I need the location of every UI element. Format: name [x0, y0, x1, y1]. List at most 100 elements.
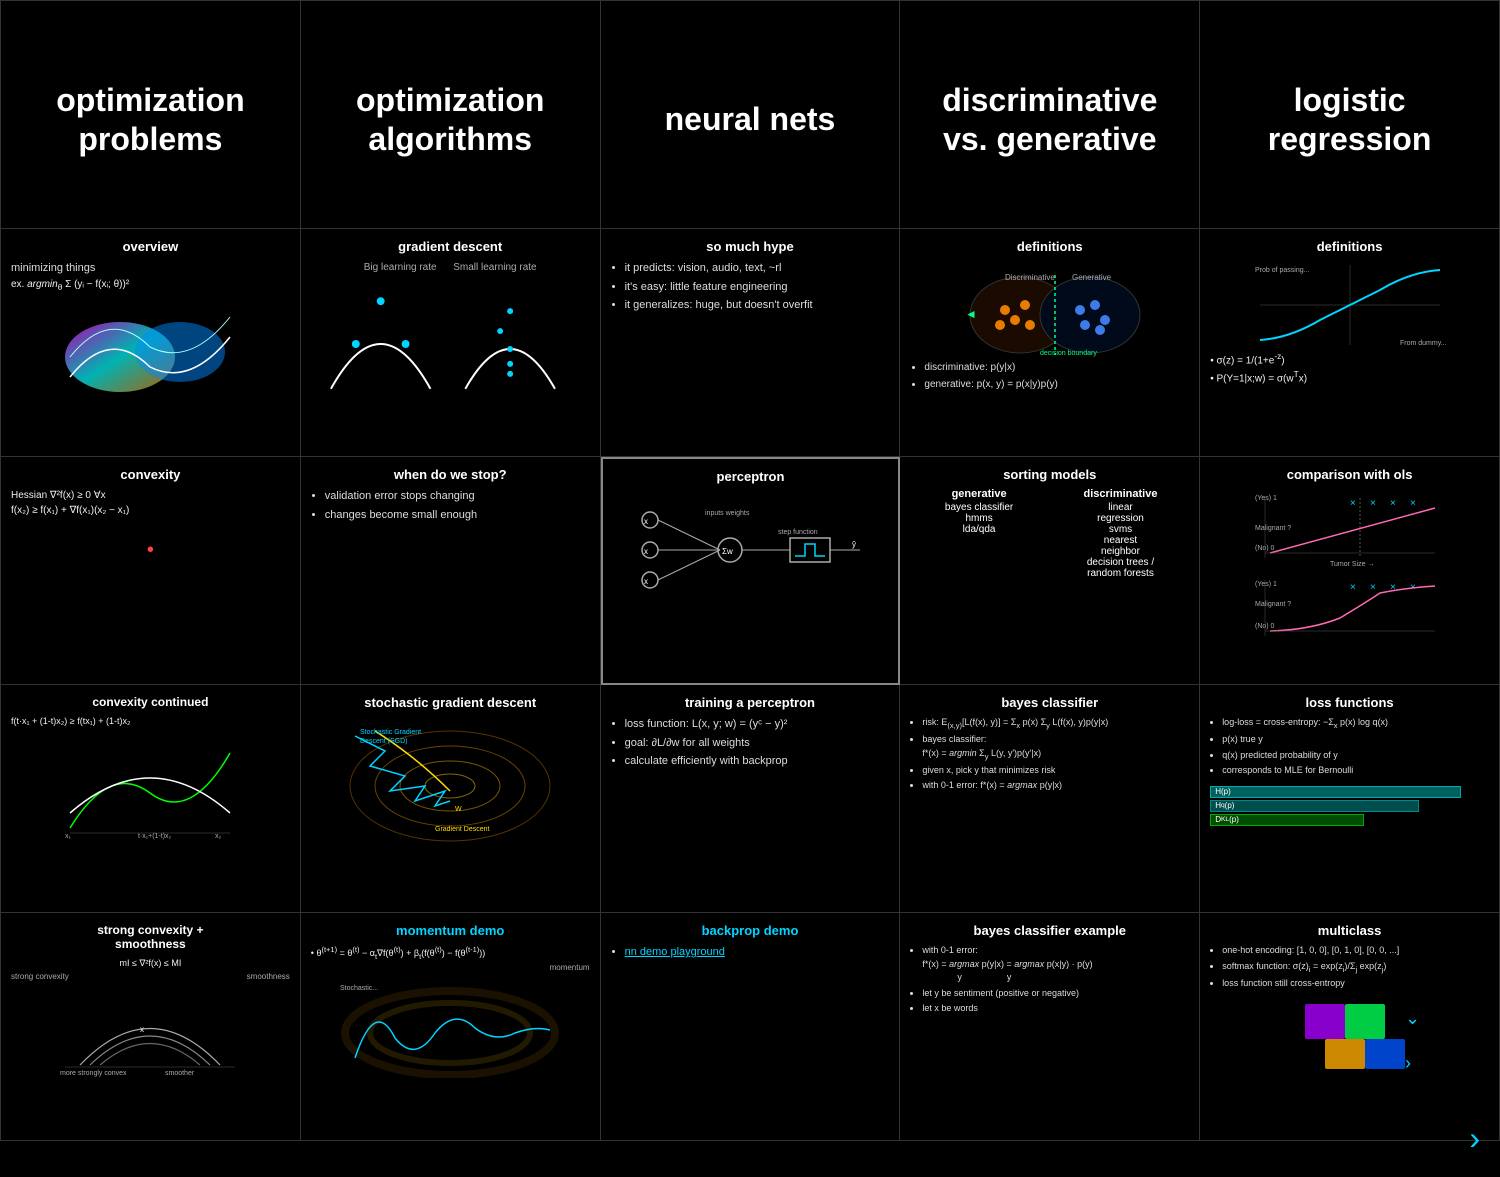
definitions-2-image: Prob of passing... From dummy...: [1210, 260, 1489, 350]
cell-backprop-demo: backprop demo nn demo playground: [601, 913, 901, 1141]
strong-convexity-image: more strongly convex smoother x: [11, 987, 290, 1077]
momentum-demo-body: • θ(t+1) = θ(t) − αt∇f(θ(t)) + βt(f(θ(t)…: [311, 944, 590, 974]
svg-text:Descent (SGD): Descent (SGD): [360, 738, 407, 745]
cell-multiclass: multiclass one-hot encoding: [1, 0, 0], …: [1200, 913, 1500, 1141]
svg-text:Σw: Σw: [722, 547, 733, 556]
svg-text:W: W: [455, 806, 462, 813]
multiclass-body: one-hot encoding: [1, 0, 0], [0, 1, 0], …: [1210, 944, 1489, 990]
nav-next-arrow[interactable]: ›: [1469, 1120, 1480, 1157]
svg-text:step function: step function: [778, 529, 818, 536]
svg-text:more strongly convex: more strongly convex: [60, 1070, 127, 1077]
sorting-models-subtitle: sorting models: [910, 467, 1189, 482]
multiclass-subtitle: multiclass: [1210, 923, 1489, 938]
header-opt-problems-title: optimization problems: [11, 61, 290, 168]
svg-text:›: ›: [1405, 1053, 1411, 1073]
header-opt-problems: optimization problems: [1, 1, 301, 229]
svg-text:(Yes) 1: (Yes) 1: [1255, 581, 1277, 588]
cell-strong-convexity: strong convexity +smoothness mI ≤ ∇²f(x)…: [1, 913, 301, 1141]
header-logistic-reg-title: logistic regression: [1210, 61, 1489, 168]
comparison-ols-image: (Yes) 1 Malignant ? (No) 0 Tumor Size → …: [1210, 488, 1489, 638]
svg-text:×: ×: [1410, 498, 1416, 509]
cell-training-perceptron: training a perceptron loss function: L(x…: [601, 685, 901, 913]
header-logistic-reg: logistic regression: [1200, 1, 1500, 229]
comparison-ols-subtitle: comparison with ols: [1210, 467, 1489, 482]
multiclass-image: › ⌄: [1210, 994, 1489, 1074]
cell-definitions-2: definitions Prob of passing... From dumm…: [1200, 229, 1500, 457]
when-stop-body: validation error stops changing changes …: [311, 488, 590, 523]
gradient-descent-image: [311, 279, 590, 409]
bayes-classifier-subtitle: bayes classifier: [910, 695, 1189, 710]
definitions-2-subtitle: definitions: [1210, 239, 1489, 254]
backprop-demo-body: nn demo playground: [611, 944, 890, 961]
loss-functions-body: log-loss = cross-entropy: −Σx p(x) log q…: [1210, 716, 1489, 826]
header-opt-algorithms-title: optimization algorithms: [311, 61, 590, 168]
svg-text:Gradient Descent: Gradient Descent: [435, 826, 490, 833]
svg-text:Malignant ?: Malignant ?: [1255, 601, 1291, 608]
svg-text:x: x: [644, 577, 648, 586]
convexity-subtitle: convexity: [11, 467, 290, 482]
svg-text:x: x: [140, 1025, 144, 1034]
cell-perceptron: perceptron x x x Σw: [601, 457, 901, 685]
backprop-demo-subtitle: backprop demo: [611, 923, 890, 938]
overview-subtitle: overview: [11, 239, 290, 254]
cell-momentum-demo: momentum demo • θ(t+1) = θ(t) − αt∇f(θ(t…: [301, 913, 601, 1141]
svg-text:Stochastic...: Stochastic...: [340, 985, 378, 992]
svg-text:Generative: Generative: [1072, 273, 1112, 282]
cell-convexity-cont: convexity continued f(t·x₁ + (1-t)x₂) ≥ …: [1, 685, 301, 913]
svg-text:Prob of passing...: Prob of passing...: [1255, 267, 1310, 274]
svg-text:×: ×: [1370, 498, 1376, 509]
svg-text:x: x: [644, 547, 648, 556]
header-disc-gen: discriminative vs. generative: [900, 1, 1200, 229]
definitions-1-image: Discriminative Generative decision bound: [910, 260, 1189, 360]
svg-text:smoother: smoother: [165, 1070, 195, 1077]
cell-when-stop: when do we stop? validation error stops …: [301, 457, 601, 685]
svg-text:×: ×: [1350, 498, 1356, 509]
svg-text:x₁: x₁: [65, 833, 72, 840]
hype-body: it predicts: vision, audio, text, ~rl it…: [611, 260, 890, 314]
convexity-cont-image: x₁ t·x₁+(1-t)x₂ x₂: [11, 733, 290, 843]
strong-convexity-subtitle: strong convexity +smoothness: [11, 923, 290, 951]
sgd-subtitle: stochastic gradient descent: [311, 695, 590, 710]
svg-text:t·x₁+(1-t)x₂: t·x₁+(1-t)x₂: [138, 833, 172, 840]
svg-text:(Yes) 1: (Yes) 1: [1255, 495, 1277, 502]
training-perceptron-body: loss function: L(x, y; w) = (yᶜ − y)² go…: [611, 716, 890, 770]
convexity-cont-subtitle: convexity continued: [11, 695, 290, 709]
sgd-image: Stochastic Gradient Descent (SGD) W Grad…: [311, 716, 590, 846]
gradient-descent-subtitle: gradient descent: [311, 239, 590, 254]
svg-text:×: ×: [1350, 582, 1356, 593]
perceptron-image: x x x Σw ŷ inputs weights: [613, 490, 889, 610]
definitions-1-subtitle: definitions: [910, 239, 1189, 254]
definitions-2-body: • σ(z) = 1/(1+e-z) • P(Y=1|x;w) = σ(wTx): [1210, 350, 1489, 387]
sorting-models-body: generative bayes classifier hmms lda/qda…: [910, 488, 1189, 579]
cell-gradient-descent: gradient descent Big learning rate Small…: [301, 229, 601, 457]
svg-text:◄: ◄: [965, 307, 977, 321]
header-neural-nets: neural nets: [601, 1, 901, 229]
header-disc-gen-title: discriminative vs. generative: [910, 61, 1189, 168]
loss-bars: H(p) Hq(p) DKL(p): [1210, 786, 1489, 826]
perceptron-subtitle: perceptron: [613, 469, 889, 484]
cell-definitions-1: definitions Discriminative Generative: [900, 229, 1200, 457]
strong-convexity-body: mI ≤ ∇²f(x) ≤ MI strong convexitysmoothn…: [11, 957, 290, 983]
header-opt-algorithms: optimization algorithms: [301, 1, 601, 229]
cell-sorting-models: sorting models generative bayes classifi…: [900, 457, 1200, 685]
overview-image: [11, 297, 290, 397]
loss-functions-subtitle: loss functions: [1210, 695, 1489, 710]
cell-bayes-classifier: bayes classifier risk: E(x,y)[L(f(x), y)…: [900, 685, 1200, 913]
svg-text:×: ×: [1390, 498, 1396, 509]
gradient-descent-labels: Big learning rate Small learning rate: [311, 260, 590, 275]
svg-text:decision boundary: decision boundary: [1040, 350, 1097, 357]
svg-text:Stochastic Gradient: Stochastic Gradient: [360, 729, 421, 736]
convexity-body: Hessian ∇²f(x) ≥ 0 ∀x f(x₂) ≥ f(x₁) + ∇f…: [11, 488, 290, 565]
cell-sgd: stochastic gradient descent Stochastic G…: [301, 685, 601, 913]
svg-text:x₂: x₂: [215, 833, 222, 840]
definitions-1-body: discriminative: p(y|x) generative: p(x, …: [910, 360, 1189, 392]
when-stop-subtitle: when do we stop?: [311, 467, 590, 482]
momentum-demo-image: Stochastic...: [311, 978, 590, 1078]
convexity-cont-body: f(t·x₁ + (1-t)x₂) ≥ f(tx₁) + (1-t)x₂: [11, 715, 290, 729]
bayes-classifier-body: risk: E(x,y)[L(f(x), y)] = Σx p(x) Σy L(…: [910, 716, 1189, 793]
svg-text:ŷ: ŷ: [852, 540, 856, 549]
cell-so-much-hype: so much hype it predicts: vision, audio,…: [601, 229, 901, 457]
overview-body: minimizing things ex. argminθ Σ (yᵢ − f(…: [11, 260, 290, 293]
svg-text:x: x: [644, 517, 648, 526]
svg-text:Discriminative: Discriminative: [1005, 273, 1055, 282]
